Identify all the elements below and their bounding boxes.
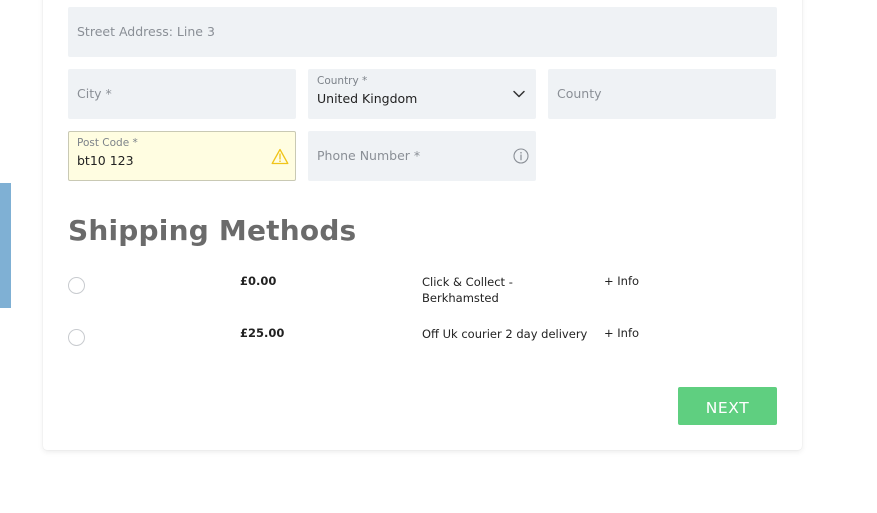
shipping-method-radio[interactable] <box>68 277 85 294</box>
country-label: Country * <box>317 75 368 87</box>
shipping-method-info-link[interactable]: + Info <box>604 326 639 340</box>
chevron-down-icon[interactable] <box>512 87 526 101</box>
shipping-method-row[interactable]: £0.00 Click & Collect - Berkhamsted + In… <box>68 274 777 318</box>
shipping-method-row[interactable]: £25.00 Off Uk courier 2 day delivery + I… <box>68 326 777 370</box>
shipping-method-radio[interactable] <box>68 329 85 346</box>
warning-icon <box>271 148 289 165</box>
postcode-label: Post Code * <box>77 137 138 149</box>
next-button[interactable]: NEXT <box>678 387 777 425</box>
info-icon[interactable] <box>513 148 529 164</box>
phone-number-field[interactable]: Phone Number * <box>308 131 536 181</box>
postcode-field[interactable]: Post Code * bt10 123 <box>68 131 296 181</box>
country-value: United Kingdom <box>317 91 418 106</box>
county-field[interactable]: County <box>548 69 776 119</box>
shipping-methods-title: Shipping Methods <box>68 214 357 247</box>
shipping-method-description: Off Uk courier 2 day delivery <box>422 327 588 341</box>
county-placeholder: County <box>557 86 602 101</box>
shipping-method-description: Click & Collect - Berkhamsted <box>422 275 513 305</box>
city-placeholder: City * <box>77 86 112 101</box>
postcode-value: bt10 123 <box>77 153 134 168</box>
shipping-method-info-link[interactable]: + Info <box>604 274 639 288</box>
shipping-method-price: £0.00 <box>240 274 277 288</box>
street-address-line3-field[interactable]: Street Address: Line 3 <box>68 7 777 57</box>
side-tab[interactable] <box>0 183 11 308</box>
street-address-line3-placeholder: Street Address: Line 3 <box>77 24 215 39</box>
shipping-method-price: £25.00 <box>240 326 285 340</box>
city-field[interactable]: City * <box>68 69 296 119</box>
country-select[interactable]: Country * United Kingdom <box>308 69 536 119</box>
phone-number-placeholder: Phone Number * <box>317 148 421 163</box>
